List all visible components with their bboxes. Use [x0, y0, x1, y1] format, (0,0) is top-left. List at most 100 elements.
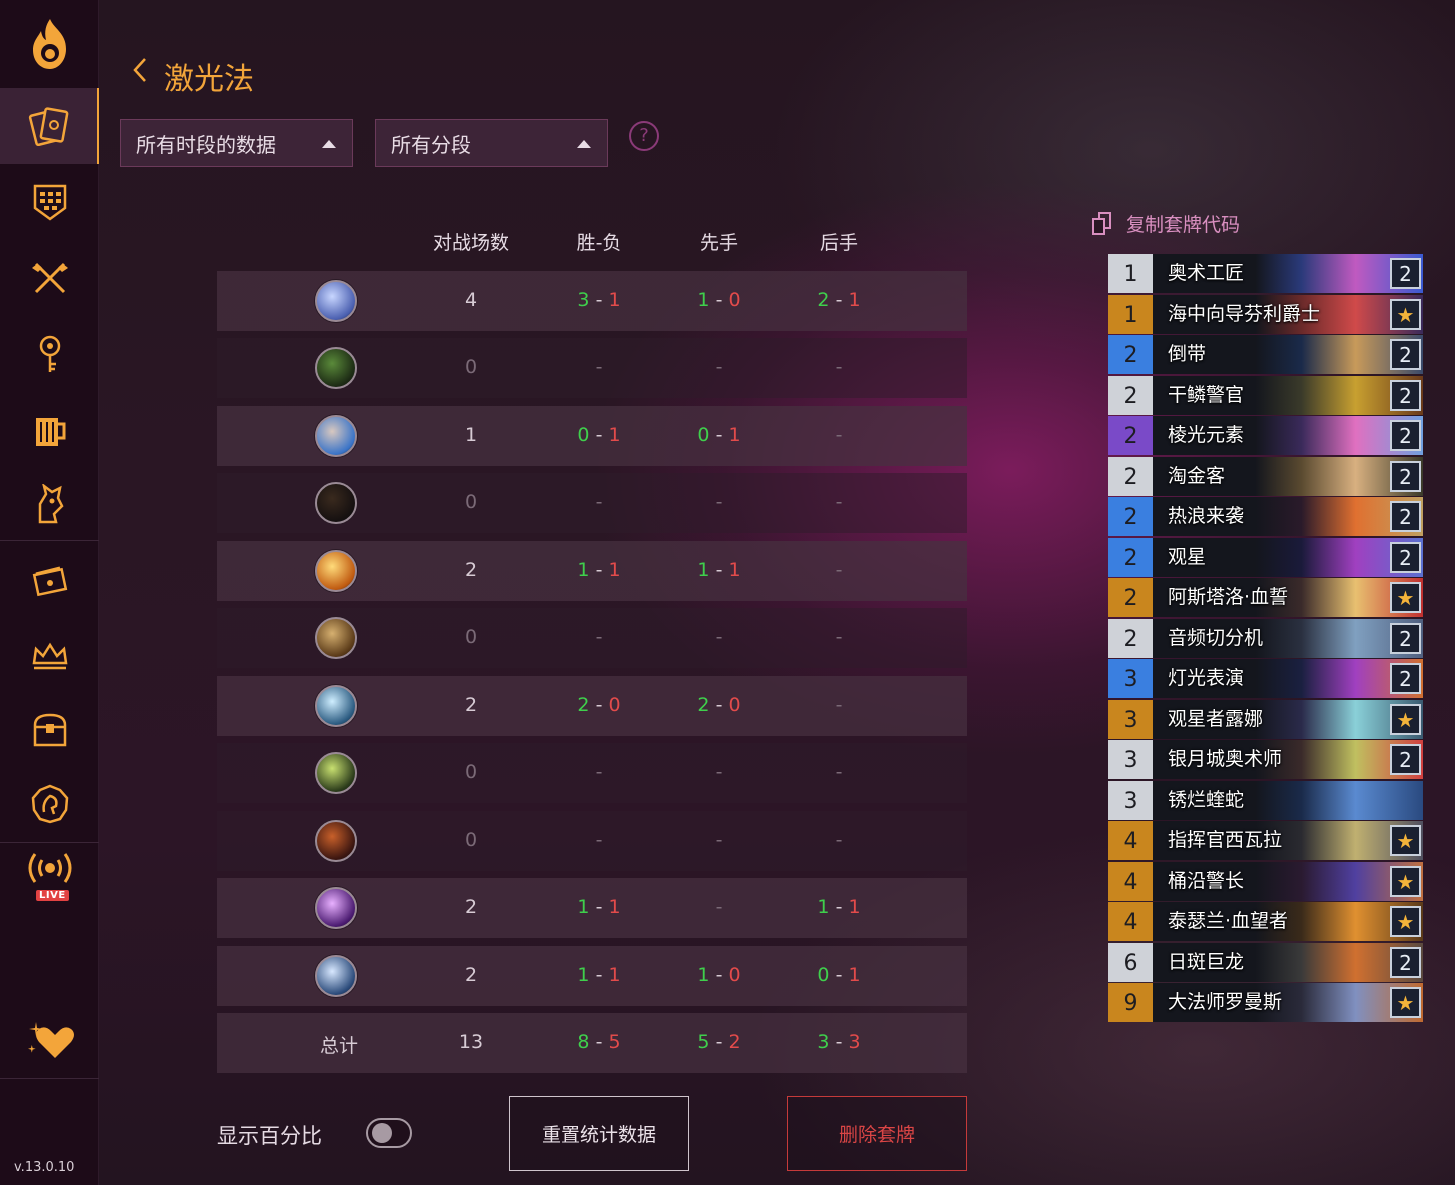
nav-brawl[interactable]: [0, 392, 99, 468]
card-name: 海中向导芬利爵士: [1168, 302, 1321, 325]
card-name: 观星: [1168, 545, 1207, 568]
crossed-axes-icon: [31, 262, 68, 294]
death-knight-class-icon: [315, 887, 357, 929]
card-count: 2: [1390, 946, 1421, 978]
games-cell: 2: [464, 694, 478, 716]
treasure-chest-icon: [33, 713, 66, 747]
nav-battlegrounds[interactable]: [0, 466, 99, 542]
wins-value: 3: [577, 289, 590, 311]
card-name: 观星者露娜: [1168, 707, 1264, 730]
back-button[interactable]: [132, 56, 152, 88]
deck-card-row[interactable]: 2 倒带 2: [1108, 335, 1423, 374]
losses-value: 0: [728, 964, 741, 986]
deck-card-row[interactable]: 2 干鳞警官 2: [1108, 375, 1423, 415]
nav-separator: [0, 842, 99, 843]
col-going-first: 先手: [699, 232, 738, 254]
table-row: 21 - 11 - 1-: [217, 541, 967, 601]
card-count: 2: [1390, 379, 1421, 411]
card-count: 2: [1390, 501, 1421, 532]
card-cost: 2: [1108, 416, 1153, 455]
deck-card-row[interactable]: 3 锈烂蝰蛇: [1108, 780, 1423, 820]
deck-card-row[interactable]: 1 奥术工匠 2: [1108, 254, 1423, 293]
deck-card-row[interactable]: 4 桶沿警长 ★: [1108, 861, 1423, 901]
deck-card-row[interactable]: 4 指挥官西瓦拉 ★: [1108, 821, 1423, 860]
show-percent-toggle[interactable]: [366, 1118, 412, 1148]
deck-card-row[interactable]: 1 海中向导芬利爵士 ★: [1108, 294, 1423, 334]
going-second-cell: 0 - 1: [779, 964, 899, 986]
nav-collection[interactable]: [0, 692, 99, 768]
deck-card-row[interactable]: 2 观星 2: [1108, 537, 1423, 577]
card-name: 桶沿警长: [1168, 869, 1245, 892]
deck-card-row[interactable]: 3 灯光表演 2: [1108, 659, 1423, 698]
nav-arena[interactable]: [0, 240, 99, 316]
sidebar: LIVE v.13.0.10: [0, 0, 99, 1185]
going-second-cell: -: [835, 829, 843, 851]
wins-value: 1: [697, 964, 710, 986]
games-cell: 2: [464, 896, 478, 918]
win-loss-cell: 1 - 1: [539, 559, 659, 581]
table-row: 0 - - -: [217, 338, 967, 398]
deck-card-row[interactable]: 2 热浪来袭 2: [1108, 497, 1423, 536]
rank-range-dropdown[interactable]: 所有分段: [375, 119, 608, 167]
nav-stats[interactable]: [0, 164, 99, 240]
card-cost: 2: [1108, 497, 1153, 536]
games-cell: 0: [464, 829, 478, 851]
delete-deck-button[interactable]: 删除套牌: [787, 1096, 967, 1171]
demon-hunter-class-icon: [315, 752, 357, 794]
decks-icon: [28, 107, 68, 147]
losses-value: 1: [608, 964, 621, 986]
nav-heroes[interactable]: [0, 766, 99, 842]
going-first-cell: -: [715, 491, 723, 513]
total-going-second-cell: 3 - 3: [779, 1031, 899, 1053]
card-cost: 9: [1108, 983, 1153, 1022]
battlegrounds-icon: [38, 484, 64, 524]
losses-value: 1: [728, 424, 741, 446]
wl-separator: -: [835, 896, 843, 918]
deck-card-row[interactable]: 2 淘金客 2: [1108, 456, 1423, 496]
going-first-cell: -: [715, 829, 723, 851]
tankard-icon: [35, 418, 65, 446]
help-icon[interactable]: ?: [629, 121, 659, 151]
reset-stats-button[interactable]: 重置统计数据: [509, 1096, 689, 1171]
deck-card-row[interactable]: 3 观星者露娜 ★: [1108, 699, 1423, 739]
deck-card-row[interactable]: 6 日斑巨龙 2: [1108, 942, 1423, 982]
wl-separator: -: [595, 289, 603, 311]
wins-value: 1: [817, 896, 830, 918]
nav-support[interactable]: [0, 1002, 99, 1078]
going-second-cell: -: [835, 424, 843, 446]
win-loss-cell: 0 - 1: [539, 424, 659, 446]
deck-card-row[interactable]: 3 银月城奥术师 2: [1108, 740, 1423, 779]
time-range-dropdown[interactable]: 所有时段的数据: [120, 119, 353, 167]
caret-up-icon: [577, 140, 591, 148]
games-cell: 1: [464, 424, 478, 446]
wins-value: 3: [817, 1031, 830, 1053]
deck-card-row[interactable]: 2 阿斯塔洛·血誓 ★: [1108, 578, 1423, 617]
flame-logo-icon[interactable]: [0, 0, 99, 88]
card-name: 干鳞警官: [1168, 383, 1245, 406]
page-title: 激光法: [164, 62, 254, 97]
deck-card-row[interactable]: 9 大法师罗曼斯 ★: [1108, 983, 1423, 1022]
card-cost: 3: [1108, 699, 1153, 739]
hero-portrait-icon: [31, 784, 68, 824]
wins-value: 1: [697, 289, 710, 311]
nav-packs[interactable]: [0, 542, 99, 618]
legendary-star-icon: ★: [1390, 865, 1421, 897]
deck-card-row[interactable]: 2 棱光元素 2: [1108, 416, 1423, 455]
card-name: 指挥官西瓦拉: [1168, 829, 1283, 851]
nav-decks[interactable]: [0, 88, 99, 164]
losses-value: 1: [728, 559, 741, 581]
col-going-second: 后手: [819, 232, 858, 254]
card-cost: 4: [1108, 902, 1153, 941]
losses-value: 2: [728, 1031, 741, 1053]
wl-separator: -: [595, 424, 603, 446]
nav-tavern[interactable]: [0, 316, 99, 392]
warrior-class-icon: [315, 955, 357, 997]
losses-value: 5: [608, 1031, 621, 1053]
card-name: 淘金客: [1168, 464, 1226, 487]
table-row: 0 - - -: [217, 608, 967, 668]
deck-card-row[interactable]: 4 泰瑟兰·血望者 ★: [1108, 902, 1423, 941]
nav-ranked[interactable]: [0, 618, 99, 694]
wins-value: 8: [577, 1031, 590, 1053]
deck-card-row[interactable]: 2 音频切分机 2: [1108, 618, 1423, 658]
copy-deck-code-button[interactable]: 复制套牌代码: [1092, 210, 1240, 237]
